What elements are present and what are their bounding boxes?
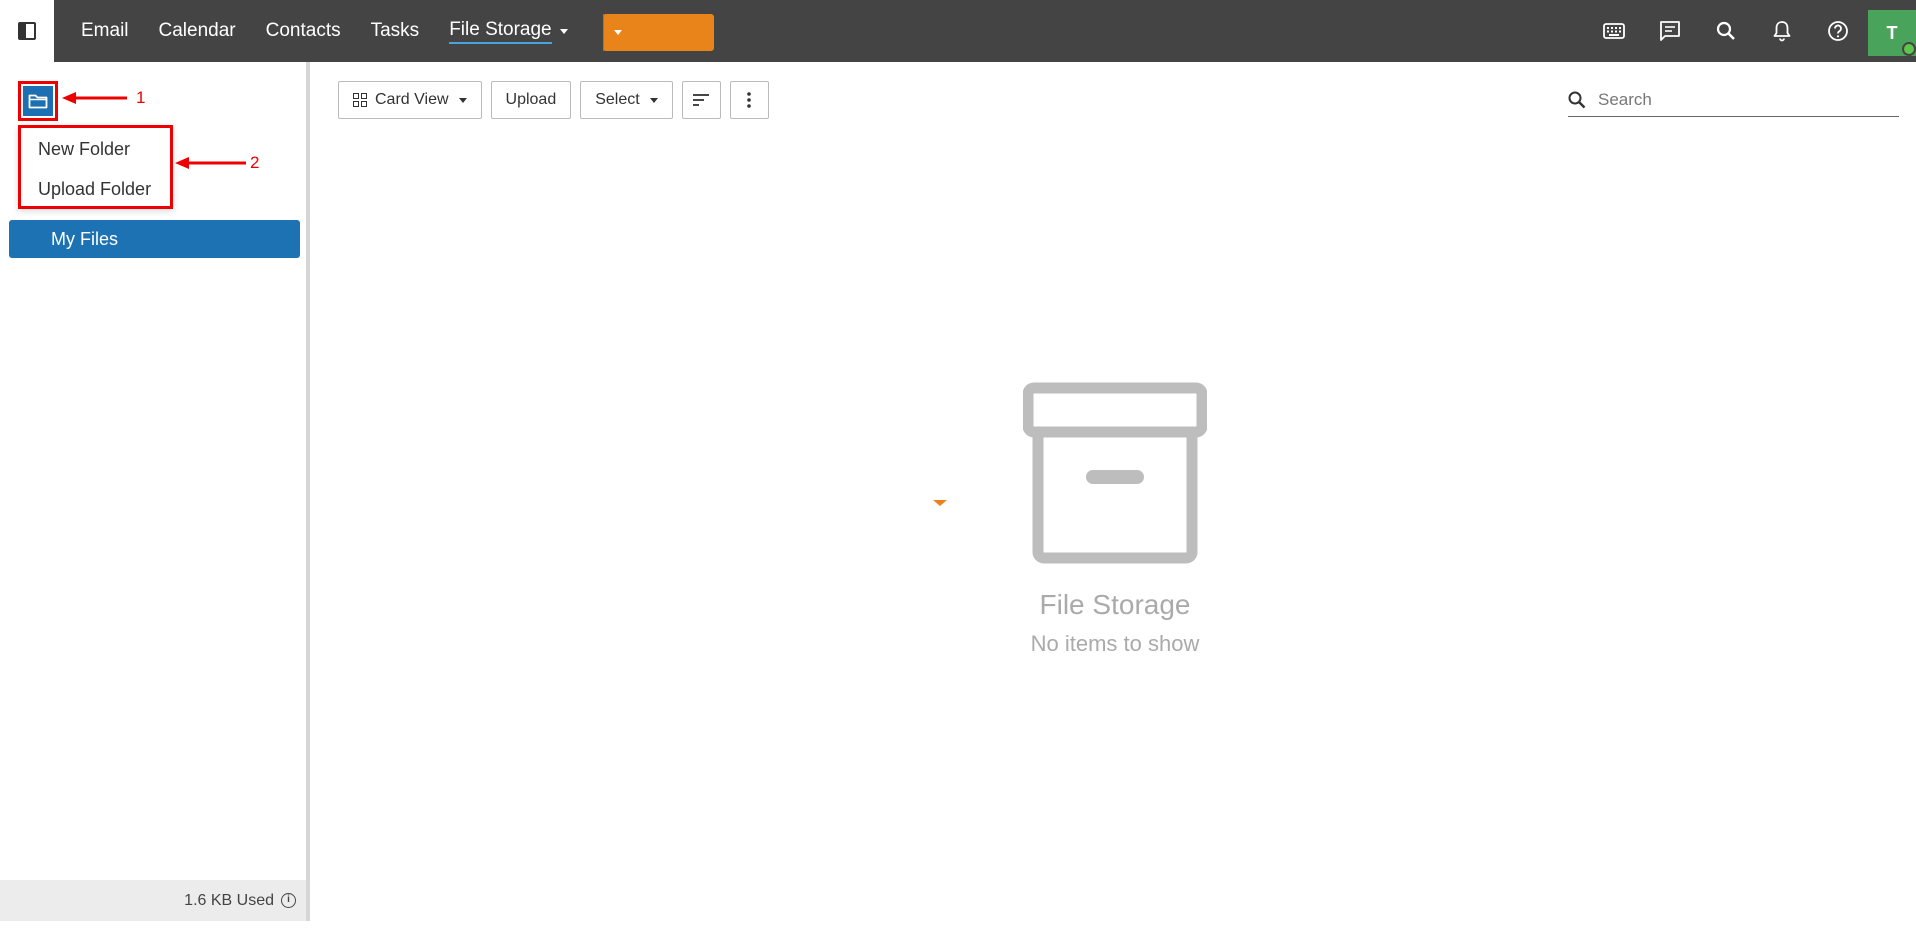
file-search: [1568, 83, 1899, 117]
nav-tasks[interactable]: Tasks: [371, 20, 420, 42]
storage-usage: 1.6 KB Used i: [0, 880, 306, 921]
notifications-button[interactable]: [1754, 0, 1810, 62]
chat-button[interactable]: [1642, 0, 1698, 62]
sort-button[interactable]: [681, 81, 721, 119]
main-content: Card View Upload Select Search File Stor…: [314, 62, 1916, 921]
archive-box-icon: [1022, 382, 1208, 564]
annotation-arrows: [62, 92, 246, 169]
annotation-arrowhead-2: [175, 157, 189, 169]
avatar-initial: T: [1886, 22, 1898, 43]
nav-file-storage[interactable]: File Storage: [449, 19, 568, 44]
sidebar-item-my-files[interactable]: My Files: [9, 220, 300, 258]
empty-state-title: File Storage: [1039, 589, 1191, 620]
nav-contacts[interactable]: Contacts: [266, 20, 341, 42]
top-bar: Email Calendar Contacts Tasks File Stora…: [0, 0, 1916, 514]
more-options-button[interactable]: [729, 81, 769, 119]
sidebar-toggle-icon: [18, 22, 36, 40]
sort-icon: [693, 94, 710, 106]
view-mode-label: Card View: [375, 91, 449, 108]
upload-button[interactable]: Upload: [490, 81, 572, 119]
user-avatar[interactable]: T: [1868, 10, 1916, 56]
select-label: Select: [595, 91, 640, 108]
view-mode-dropdown[interactable]: Card View: [338, 81, 482, 119]
chevron-down-icon: [649, 97, 658, 103]
grid-icon: [353, 93, 367, 107]
help-button[interactable]: [1810, 0, 1866, 62]
chat-icon: [1660, 21, 1680, 41]
search-input[interactable]: [1598, 89, 1878, 110]
search-icon: [1568, 91, 1586, 108]
sidebar-toggle-button[interactable]: [0, 0, 54, 62]
bell-icon: [1773, 21, 1791, 42]
annotation-label-1: 1: [136, 88, 146, 107]
chevron-down-icon: [559, 28, 568, 34]
empty-state-subtitle: No items to show: [1030, 631, 1200, 656]
new-email-button[interactable]: New: [603, 14, 990, 514]
storage-used-text: 1.6 KB Used: [184, 891, 274, 909]
chevron-down-icon: [458, 97, 467, 103]
top-icons: [1586, 0, 1866, 62]
keyboard-shortcuts-button[interactable]: [1586, 0, 1642, 62]
annotation-arrowhead-1: [62, 92, 76, 104]
keyboard-icon: [1603, 23, 1625, 39]
annotation-label-2: 2: [250, 153, 260, 172]
search-icon: [1716, 21, 1735, 40]
chevron-down-icon: [613, 30, 622, 35]
empty-state: File Storage No items to show: [314, 382, 1916, 657]
select-dropdown[interactable]: Select: [580, 81, 673, 119]
help-icon: [1828, 21, 1848, 41]
search-button[interactable]: [1698, 0, 1754, 62]
nav-file-storage-label: File Storage: [449, 19, 552, 44]
upload-label: Upload: [505, 91, 557, 108]
nav-email[interactable]: Email: [81, 20, 129, 42]
online-status-dot: [1902, 42, 1916, 56]
file-toolbar: Card View Upload Select: [338, 81, 778, 119]
sidebar: New Folder Upload Folder My Files 1.6 KB…: [0, 62, 310, 921]
info-icon[interactable]: i: [281, 893, 296, 908]
more-vertical-icon: [747, 92, 751, 108]
new-dropdown-button[interactable]: [603, 14, 631, 51]
nav-calendar[interactable]: Calendar: [159, 20, 236, 42]
main-nav: Email Calendar Contacts Tasks File Stora…: [81, 0, 568, 62]
